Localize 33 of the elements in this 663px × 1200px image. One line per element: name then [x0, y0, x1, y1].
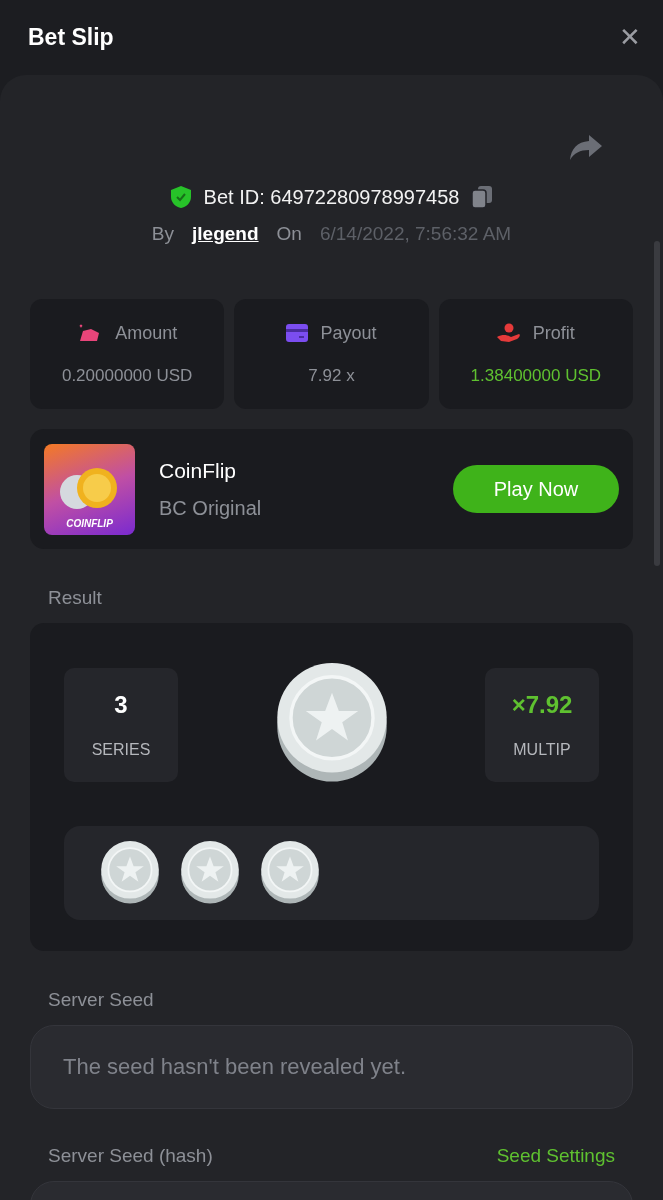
server-seed-field[interactable]: The seed hasn't been revealed yet.	[30, 1025, 633, 1109]
by-label: By	[151, 223, 175, 245]
scrollbar[interactable]	[654, 241, 660, 566]
stat-value: 1.38400000 USD	[470, 365, 602, 386]
window-title: Bet Slip	[28, 24, 114, 51]
series-label: SERIES	[91, 740, 151, 759]
game-logo-text: COINFLIP	[66, 517, 113, 529]
hand-person-icon	[496, 323, 521, 343]
bet-time: 6/14/2022, 7:56:32 AM	[319, 223, 512, 245]
close-button[interactable]: ✕	[619, 22, 641, 53]
stat-label: Amount	[115, 322, 178, 344]
seed-settings-link[interactable]: Seed Settings	[496, 1145, 615, 1167]
star-coin-icon	[180, 840, 240, 906]
share-icon[interactable]	[569, 133, 603, 161]
server-seed-label: Server Seed	[48, 989, 155, 1011]
multiplier-value: ×7.92	[511, 690, 573, 719]
on-label: On	[276, 223, 302, 245]
game-name: CoinFlip	[159, 458, 238, 483]
stat-value: 7.92 x	[308, 365, 355, 386]
game-provider: BC Original	[159, 496, 263, 520]
card-icon	[286, 324, 309, 342]
copy-icon[interactable]	[471, 185, 494, 209]
server-seed-hash-label: Server Seed (hash)	[48, 1145, 213, 1167]
username-link[interactable]: jlegend	[192, 223, 259, 245]
stat-label: Payout	[320, 322, 377, 344]
star-coin-icon	[100, 840, 160, 906]
bet-id: Bet ID: 64972280978997458	[203, 185, 460, 209]
star-coin-icon	[260, 840, 320, 906]
stat-label: Profit	[532, 322, 575, 344]
series-count: 3	[114, 690, 128, 719]
result-label: Result	[48, 587, 103, 609]
stat-value: 0.20000000 USD	[61, 365, 193, 386]
multiplier-label: MULTIP	[513, 740, 571, 759]
